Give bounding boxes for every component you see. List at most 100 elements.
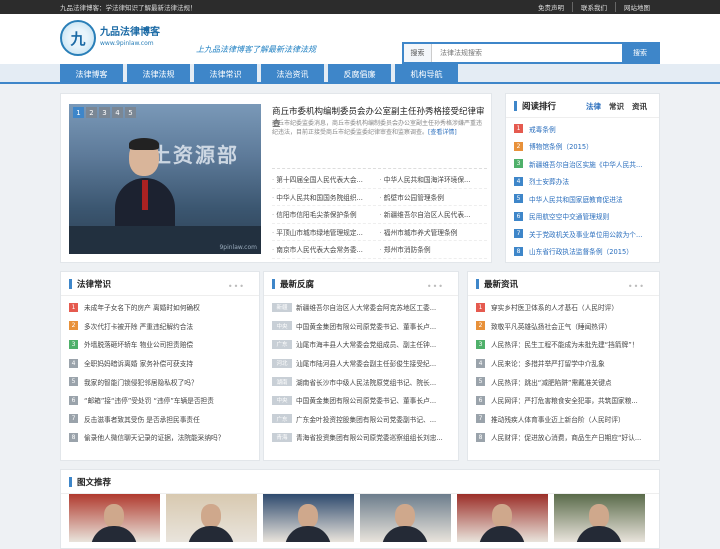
rank-number: 3 (514, 159, 523, 169)
region-tag: 新疆 (272, 302, 292, 312)
list-item[interactable]: 广东 广东金叶投资控股集团有限公司党委副书记、... (272, 410, 450, 429)
rank-item[interactable]: 5 中华人民共和国家庭教育促进法 (514, 190, 651, 208)
list-item[interactable]: 5 人民热评：跳出“减肥陷阱”需戴准关键点 (476, 372, 651, 391)
top-links: 免责声明 联系我们 网站地图 (530, 2, 658, 12)
feature-link[interactable]: 中华人民共和国国务院组织... (272, 192, 380, 202)
slide-dot-2[interactable]: 2 (86, 107, 97, 118)
rank-item[interactable]: 7 关于党政机关及事业单位用公款为个... (514, 225, 651, 243)
slide-dot-5[interactable]: 5 (125, 107, 136, 118)
list-item[interactable]: 中央 中国黄金集团有限公司原党委书记、董事长卢... (272, 391, 450, 410)
tab-news[interactable]: 资讯 (632, 101, 647, 112)
nav-item-2[interactable]: 法律法规 (127, 64, 190, 84)
read-more-link[interactable]: [查看详情] (428, 129, 457, 136)
feature-link[interactable]: 平顶山市城市绿地管理规定... (272, 227, 380, 237)
site-logo[interactable]: 九 九品法律博客 www.9pinlaw.com (60, 20, 160, 56)
list-item[interactable]: 新疆 新疆维吾尔自治区人大常委会阿克苏地区工委... (272, 298, 450, 317)
list-item-title: 致敬平凡英雄弘扬社会正气（睡闻热评） (491, 322, 612, 331)
list-item[interactable]: 5 我家的智能门锁侵犯邻居隐私权了吗？ (69, 372, 251, 391)
list-item[interactable]: 2 多次代打卡被开除 严重违纪解约合法 (69, 317, 251, 336)
list-item[interactable]: 4 人民来论：多措并举严打留学中介乱象 (476, 354, 651, 373)
rank-item[interactable]: 3 新疆维吾尔自治区实施《中华人民共... (514, 155, 651, 173)
list-item[interactable]: 1 穿实乡村医卫体系的人才基石（人民时评） (476, 298, 651, 317)
slide-watermark: 9pinlaw.com (219, 244, 257, 251)
slogan: 上九品法律博客了解最新法律法规 (196, 45, 316, 54)
list-item-title: 穿实乡村医卫体系的人才基石（人民时评） (491, 304, 619, 313)
more-dots-icon[interactable]: ••• (628, 282, 645, 291)
reading-rank-panel: 阅读排行 法律 常识 资讯 1 戒毒条例 2 博物馆条例（2015） 3 新疆维吾尔自治区… (505, 93, 660, 263)
list-item-title: 青海省投资集团有限公司原党委巡察组组长刘忠... (296, 434, 443, 443)
list-number: 3 (476, 339, 485, 349)
nav-item-4[interactable]: 法治资讯 (261, 64, 324, 84)
list-item[interactable]: 8 人民财评：促进放心消费，商品生产日期应“好认... (476, 428, 651, 447)
nav-item-5[interactable]: 反腐倡廉 (328, 64, 391, 84)
photo-thumbnail[interactable] (263, 494, 354, 542)
rank-item[interactable]: 4 烈士安葬办法 (514, 173, 651, 191)
feature-slideshow[interactable]: 国土资源部 12345 9pinlaw.com (69, 104, 261, 254)
contact-link[interactable]: 联系我们 (572, 2, 615, 12)
panel-title: 图文推荐 (77, 477, 112, 488)
search-box: 搜索 搜索 (402, 42, 660, 64)
list-item[interactable]: 6 人民网评：严打危害粮食安全犯罪，共筑国家粮... (476, 391, 651, 410)
more-dots-icon[interactable]: ••• (228, 282, 245, 291)
region-tag: 中央 (272, 321, 292, 331)
photo-thumbnail[interactable] (69, 494, 160, 542)
list-item[interactable]: 7 推动残疾人体育事业迈上新台阶（人民时评） (476, 410, 651, 429)
slide-dot-3[interactable]: 3 (99, 107, 110, 118)
list-number: 6 (69, 395, 78, 405)
slide-dot-4[interactable]: 4 (112, 107, 123, 118)
list-number: 5 (69, 377, 78, 387)
tab-knowledge[interactable]: 常识 (609, 101, 624, 112)
search-input[interactable] (432, 44, 622, 62)
list-item-title: 人民网评：严打危害粮食安全犯罪，共筑国家粮... (491, 397, 638, 406)
feature-link[interactable]: 第十四届全国人民代表大会... (272, 174, 380, 184)
list-item[interactable]: 4 全职妈妈暗诉离婚 家务补偿可获支持 (69, 354, 251, 373)
list-item[interactable]: 湖南 湖南省长沙市中级人民法院原党组书记、院长... (272, 372, 450, 391)
feature-link[interactable]: 福州市城市养犬管理条例 (380, 227, 488, 237)
sitemap-link[interactable]: 网站地图 (615, 2, 658, 12)
list-item-title: 人民热评：民生工程不能成为未批先建“挡箭牌”！ (491, 341, 639, 350)
list-item-title: 中国黄金集团有限公司原党委书记、董事长卢... (296, 397, 437, 406)
list-item[interactable]: 3 人民热评：民生工程不能成为未批先建“挡箭牌”！ (476, 335, 651, 354)
list-item[interactable]: 2 致敬平凡英雄弘扬社会正气（睡闻热评） (476, 317, 651, 336)
photo-thumbnail[interactable] (457, 494, 548, 542)
feature-link[interactable]: 中华人民共和国海洋环境保... (380, 174, 488, 184)
feature-link[interactable]: 南京市人民代表大会常务委... (272, 244, 380, 254)
list-item[interactable]: 3 外墙脱落砸坏轿车 物业公司担责赔偿 (69, 335, 251, 354)
disclaimer-link[interactable]: 免责声明 (530, 2, 572, 12)
rank-item-title: 关于党政机关及事业单位用公款为个... (529, 230, 643, 239)
list-item[interactable]: 广东 汕尾市海丰县人大常委会党组成员、副主任钟... (272, 335, 450, 354)
rank-item[interactable]: 6 民用航空空中交通管理规则 (514, 208, 651, 226)
slide-dot-1[interactable]: 1 (73, 107, 84, 118)
region-tag: 湖南 (272, 377, 292, 387)
list-number: 5 (476, 377, 485, 387)
list-number: 8 (69, 432, 78, 442)
photo-thumbnail[interactable] (360, 494, 451, 542)
feature-link[interactable]: 郑州市消防条例 (380, 244, 488, 254)
list-item-title: 推动残疾人体育事业迈上新台阶（人民时评） (491, 415, 625, 424)
feature-link[interactable]: 鹤壁市公园管理条例 (380, 192, 488, 202)
feature-link[interactable]: 新疆维吾尔自治区人民代表... (380, 209, 488, 219)
nav-item-6[interactable]: 机构导航 (395, 64, 458, 84)
list-item-title: 外墙脱落砸坏轿车 物业公司担责赔偿 (84, 341, 194, 350)
search-button[interactable]: 搜索 (622, 44, 658, 62)
feature-link-row: 南京市人民代表大会常务委...郑州市消防条例 (272, 241, 487, 259)
list-item[interactable]: 河北 汕尾市陆河县人大常委会副主任彭俊生接受纪... (272, 354, 450, 373)
more-dots-icon[interactable]: ••• (427, 282, 444, 291)
photo-thumbnail[interactable] (554, 494, 645, 542)
list-item[interactable]: 8 偷录他人微信聊天记录的证据，法院能采纳吗？ (69, 428, 251, 447)
nav-item-1[interactable]: 法律博客 (60, 64, 123, 84)
logo-emblem: 九 (60, 20, 96, 56)
list-item[interactable]: 中央 中国黄金集团有限公司原党委书记、董事长卢... (272, 317, 450, 336)
list-item[interactable]: 1 未成年子女名下的房产 离婚时如何确权 (69, 298, 251, 317)
list-item[interactable]: 青海 青海省投资集团有限公司原党委巡察组组长刘忠... (272, 428, 450, 447)
list-item[interactable]: 6 “邮箱”接“违停”受处罚 “违停”车辆是否担责 (69, 391, 251, 410)
rank-item[interactable]: 2 博物馆条例（2015） (514, 138, 651, 156)
rank-item[interactable]: 8 山东省行政执法监督条例（2015） (514, 243, 651, 261)
nav-item-3[interactable]: 法律常识 (194, 64, 257, 84)
list-item[interactable]: 7 反击滋事者致其受伤 是否承担民事责任 (69, 410, 251, 429)
tab-law[interactable]: 法律 (586, 101, 601, 112)
rank-item[interactable]: 1 戒毒条例 (514, 120, 651, 138)
photo-thumbnail[interactable] (166, 494, 257, 542)
feature-link[interactable]: 信阳市信阳毛尖茶保护条例 (272, 209, 380, 219)
feature-link-list: 第十四届全国人民代表大会...中华人民共和国海洋环境保...中华人民共和国国务院… (272, 168, 487, 259)
